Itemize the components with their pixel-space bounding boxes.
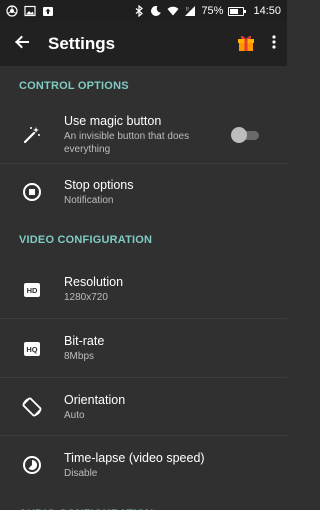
bluetooth-icon [133, 5, 145, 17]
page-title: Settings [48, 34, 116, 53]
gift-icon [236, 32, 256, 57]
setting-summary: 8Mbps [64, 351, 95, 362]
hd-icon: HD [0, 282, 64, 298]
hq-icon: HQ [0, 341, 64, 357]
setting-orientation[interactable]: Orientation Auto [0, 378, 287, 436]
svg-text:!!: !! [186, 7, 189, 13]
setting-bit-rate[interactable]: HQ Bit-rate 8Mbps [0, 319, 287, 378]
settings-list: CONTROL OPTIONS Use magic button An invi… [0, 66, 287, 510]
arrow-back-icon [14, 34, 30, 55]
app-bar: Settings [0, 22, 287, 66]
setting-stop-options[interactable]: Stop options Notification [0, 164, 287, 220]
gift-button[interactable] [231, 22, 261, 66]
setting-label: Bit-rate [64, 334, 105, 348]
clock: 14:50 [253, 5, 281, 17]
setting-label: Orientation [64, 392, 126, 407]
battery-icon [228, 6, 247, 16]
do-not-disturb-icon [150, 5, 162, 17]
more-vert-icon [272, 34, 276, 54]
status-bar: !! 75% 14:50 [0, 0, 287, 22]
timelapse-icon [0, 455, 64, 475]
svg-text:HD: HD [27, 286, 38, 295]
setting-summary: Notification [64, 194, 114, 206]
setting-label: Use magic button [64, 114, 162, 128]
svg-text:HQ: HQ [26, 345, 37, 354]
stop-circle-icon [0, 182, 64, 202]
setting-summary: Auto [64, 409, 85, 421]
setting-summary: An invisible button that does everything [64, 131, 190, 155]
setting-label: Time-lapse (video speed) [64, 450, 205, 465]
setting-resolution[interactable]: HD Resolution 1280x720 [0, 260, 287, 319]
gallery-icon [24, 5, 36, 17]
section-header-video-configuration: VIDEO CONFIGURATION [19, 234, 153, 246]
setting-label: Stop options [64, 177, 134, 192]
chrome-icon [6, 5, 18, 17]
wifi-icon [167, 5, 179, 17]
more-options-button[interactable] [261, 22, 287, 66]
setting-use-magic-button[interactable]: Use magic button An invisible button tha… [0, 106, 287, 164]
setting-summary: Disable [64, 467, 98, 479]
setting-time-lapse[interactable]: Time-lapse (video speed) Disable [0, 436, 287, 494]
setting-label: Resolution [64, 275, 124, 289]
section-header-control-options: CONTROL OPTIONS [19, 80, 129, 92]
section-header-audio-configuration: AUDIO CONFIGURATION [0, 494, 287, 510]
magic-button-toggle[interactable] [231, 125, 261, 145]
battery-percent: 75% [201, 5, 224, 17]
setting-summary: 1280x720 [64, 292, 108, 303]
magic-wand-icon [0, 125, 64, 145]
signal-icon: !! [184, 5, 196, 17]
upload-icon [42, 5, 54, 17]
back-button[interactable] [0, 22, 44, 66]
screen-rotation-icon [0, 396, 64, 418]
